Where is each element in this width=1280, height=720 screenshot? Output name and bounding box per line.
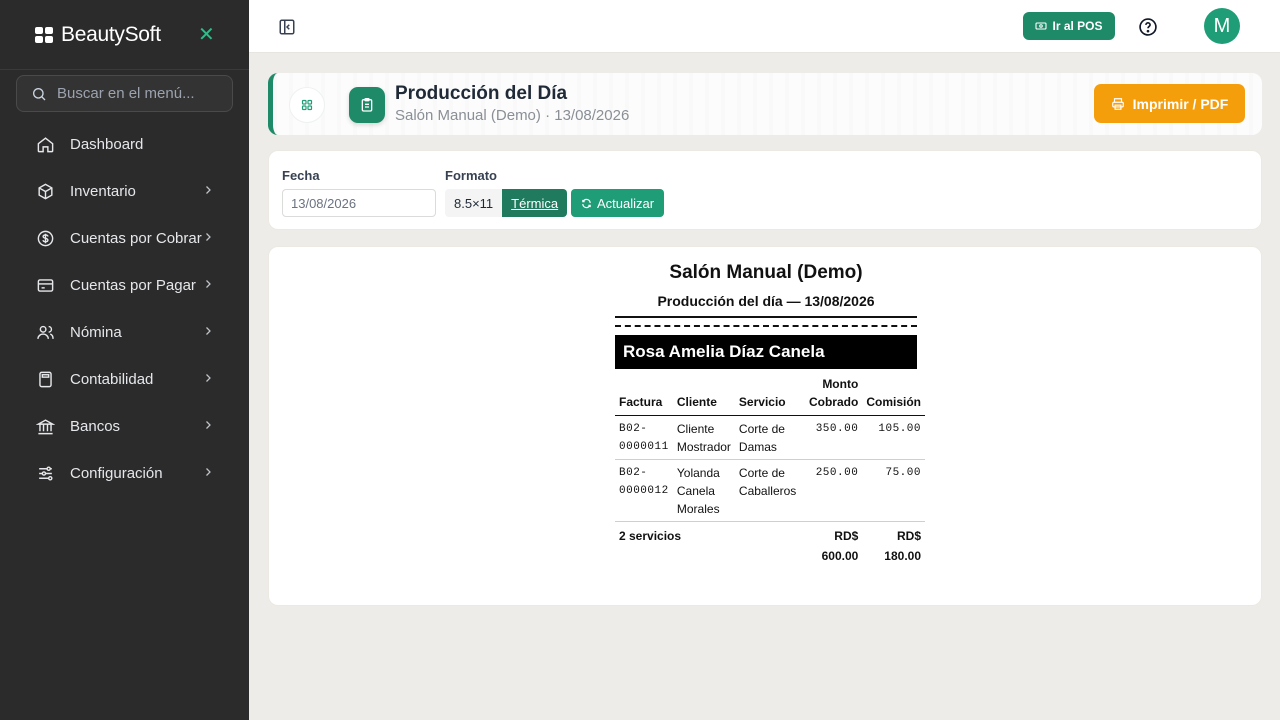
chevron-right-icon	[206, 468, 211, 476]
column-header: Comisión	[862, 373, 925, 416]
help-icon[interactable]	[1138, 17, 1158, 37]
page-header: Producción del Día Salón Manual (Demo) ·…	[268, 73, 1262, 135]
close-sidebar-icon[interactable]: ✕	[198, 22, 215, 47]
client-name: Yolanda Canela Morales	[672, 459, 735, 522]
client-name: Cliente Mostrador	[672, 415, 735, 460]
sidebar-item-cuentas-por-cobrar[interactable]: Cuentas por Cobrar	[0, 215, 249, 262]
format-option-thermal[interactable]: Térmica	[502, 189, 568, 217]
calculator-icon	[35, 370, 55, 390]
format-label: Formato	[445, 168, 497, 183]
sidebar: BeautySoft ✕ Dashboard Inventario Cuenta…	[0, 0, 249, 720]
date-field[interactable]	[282, 189, 436, 217]
sidebar-item-label: Configuración	[70, 465, 163, 482]
thermal-report: Salón Manual (Demo) Producción del día —…	[615, 262, 927, 569]
chevron-right-icon	[206, 327, 211, 335]
table-row: B02-0000012 Yolanda Canela Morales Corte…	[615, 459, 925, 522]
chevron-right-icon	[206, 233, 211, 241]
dollar-circle-icon	[35, 229, 55, 249]
sidebar-item-label: Bancos	[70, 418, 121, 435]
clipboard-icon	[349, 87, 385, 123]
divider	[615, 316, 917, 318]
table-header-row: Factura Cliente Servicio Monto Cobrado C…	[615, 373, 925, 416]
sidebar-item-cuentas-por-pagar[interactable]: Cuentas por Pagar	[0, 262, 249, 309]
total-commission: RD$ 180.00	[884, 529, 921, 563]
toggle-sidebar-icon[interactable]	[278, 18, 296, 36]
invoice-number: B02-0000011	[615, 415, 673, 460]
report-business-name: Salón Manual (Demo)	[669, 262, 863, 283]
print-pdf-label: Imprimir / PDF	[1132, 95, 1229, 112]
services-count: 2 servicios	[619, 529, 682, 543]
sidebar-item-inventario[interactable]: Inventario	[0, 168, 249, 215]
amount-charged: 250.00	[800, 459, 863, 522]
format-toggle: 8.5×11 Térmica	[445, 189, 568, 217]
refresh-button[interactable]: Actualizar	[571, 189, 664, 217]
service-name: Corte de Caballeros	[734, 459, 801, 522]
sidebar-item-label: Dashboard	[70, 136, 144, 153]
go-to-pos-label: Ir al POS	[1052, 19, 1103, 33]
refresh-label: Actualizar	[596, 195, 655, 211]
sidebar-nav: Dashboard Inventario Cuentas por Cobrar …	[0, 121, 249, 497]
report-preview: Salón Manual (Demo) Producción del día —…	[268, 246, 1262, 606]
chevron-right-icon	[206, 186, 211, 194]
sidebar-item-label: Cuentas por Pagar	[70, 277, 196, 294]
column-header: Cliente	[672, 373, 735, 416]
print-pdf-button[interactable]: Imprimir / PDF	[1094, 84, 1245, 123]
date-label: Fecha	[282, 168, 320, 183]
sidebar-item-label: Nómina	[70, 324, 122, 341]
brand-name: BeautySoft	[61, 22, 161, 46]
avatar[interactable]: M	[1204, 8, 1240, 44]
page-subtitle: Salón Manual (Demo) · 13/08/2026	[395, 107, 630, 124]
credit-card-icon	[35, 276, 55, 296]
bank-icon	[35, 417, 55, 437]
sidebar-item-contabilidad[interactable]: Contabilidad	[0, 356, 249, 403]
totals-row: 2 servicios RD$ 600.00 RD$ 180.00	[615, 522, 925, 570]
commission: 105.00	[862, 415, 925, 460]
sidebar-item-label: Inventario	[70, 183, 136, 200]
apps-grid-button[interactable]	[289, 87, 325, 123]
chevron-right-icon	[206, 421, 211, 429]
box-icon	[35, 182, 55, 202]
chevron-right-icon	[206, 374, 211, 382]
invoice-number: B02-0000012	[615, 459, 673, 522]
column-header: Factura	[615, 373, 673, 416]
commission: 75.00	[862, 459, 925, 522]
users-icon	[35, 323, 55, 343]
refresh-icon	[582, 198, 591, 208]
home-icon	[35, 135, 55, 155]
sidebar-item-label: Cuentas por Cobrar	[70, 230, 202, 247]
service-name: Corte de Damas	[734, 415, 801, 460]
grid-icon	[301, 99, 313, 111]
dashed-divider	[615, 325, 917, 327]
brand-logo-icon	[35, 26, 54, 43]
page-title: Producción del Día	[395, 83, 568, 104]
filters-panel: Fecha Formato 8.5×11 Térmica Actualizar	[268, 150, 1262, 230]
column-header: Servicio	[734, 373, 801, 416]
sidebar-item-configuracion[interactable]: Configuración	[0, 450, 249, 497]
sidebar-item-nomina[interactable]: Nómina	[0, 309, 249, 356]
topbar: Ir al POS M	[249, 0, 1280, 53]
sidebar-item-dashboard[interactable]: Dashboard	[0, 121, 249, 168]
brand: BeautySoft ✕	[0, 0, 249, 70]
cash-icon	[1035, 22, 1048, 30]
total-amount: RD$ 600.00	[821, 529, 859, 563]
report-subtitle: Producción del día — 13/08/2026	[657, 293, 875, 309]
sidebar-item-bancos[interactable]: Bancos	[0, 403, 249, 450]
employee-name: Rosa Amelia Díaz Canela	[615, 335, 917, 369]
sliders-icon	[35, 464, 55, 484]
search-icon	[33, 87, 46, 100]
production-table: Factura Cliente Servicio Monto Cobrado C…	[615, 373, 925, 569]
menu-search[interactable]	[16, 75, 233, 112]
amount-charged: 350.00	[800, 415, 863, 460]
go-to-pos-button[interactable]: Ir al POS	[1023, 12, 1115, 40]
sidebar-item-label: Contabilidad	[70, 371, 154, 388]
format-option-letter[interactable]: 8.5×11	[445, 189, 503, 217]
table-row: B02-0000011 Cliente Mostrador Corte de D…	[615, 415, 925, 460]
column-header: Monto Cobrado	[800, 373, 863, 416]
search-input[interactable]	[57, 85, 227, 102]
chevron-right-icon	[206, 280, 211, 288]
printer-icon	[1111, 97, 1124, 110]
